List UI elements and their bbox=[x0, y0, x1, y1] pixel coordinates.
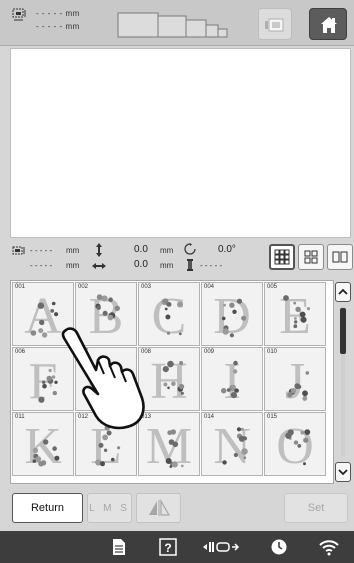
mirror-button[interactable] bbox=[136, 493, 181, 523]
floral-decoration-icon bbox=[283, 295, 311, 329]
frame-move-icon bbox=[265, 18, 284, 32]
rotation-value: 0.0° bbox=[218, 244, 236, 255]
help-icon[interactable]: ? bbox=[159, 538, 177, 556]
floral-decoration-icon bbox=[221, 360, 239, 399]
view-large-grid-button[interactable] bbox=[269, 244, 295, 270]
height-unit: mm bbox=[65, 22, 80, 31]
vertical-move-icon bbox=[96, 243, 102, 257]
pattern-cell[interactable]: 009 I bbox=[201, 347, 263, 411]
chevron-down-icon bbox=[338, 469, 348, 476]
height-value: - - - - - bbox=[36, 22, 63, 31]
floral-decoration-icon bbox=[38, 368, 58, 403]
floral-decoration-icon bbox=[285, 429, 311, 466]
width-readout: - - - - - mm bbox=[36, 9, 80, 18]
frame-move-button[interactable] bbox=[258, 8, 292, 40]
move-y-value: 0.0 bbox=[134, 244, 148, 255]
pattern-cell[interactable]: 013 M bbox=[138, 412, 200, 476]
rotate-icon bbox=[184, 243, 196, 255]
home-icon bbox=[321, 17, 337, 33]
pattern-cell[interactable]: 002 B bbox=[75, 282, 137, 346]
pattern-cell[interactable]: 012 L bbox=[75, 412, 137, 476]
view-medium-grid-button[interactable] bbox=[298, 244, 324, 270]
presser-foot-icon[interactable] bbox=[202, 538, 242, 556]
info-height-unit: mm bbox=[66, 261, 80, 270]
pattern-grid: 001A002B003C004D005E 006F007G008H009I010J… bbox=[10, 280, 334, 484]
frame-sizes-icon bbox=[117, 12, 228, 38]
lms-size-button[interactable]: L M S bbox=[87, 493, 132, 523]
floral-decoration-icon bbox=[165, 429, 184, 468]
move-x-value: 0.0 bbox=[134, 259, 148, 270]
info-width-unit: mm bbox=[66, 246, 80, 255]
grid-9-icon bbox=[274, 249, 290, 265]
scroll-up-button[interactable] bbox=[335, 282, 351, 302]
wifi-icon[interactable] bbox=[318, 538, 340, 556]
floral-decoration-icon bbox=[161, 298, 183, 336]
floral-decoration-icon bbox=[32, 439, 60, 467]
pattern-cell[interactable]: 007 G bbox=[75, 347, 137, 411]
scroll-down-button[interactable] bbox=[335, 462, 351, 482]
document-icon[interactable] bbox=[112, 538, 126, 556]
pattern-cell[interactable]: 004 D bbox=[201, 282, 263, 346]
pattern-cell[interactable]: 003 C bbox=[138, 282, 200, 346]
thread-count-icon bbox=[187, 259, 193, 271]
pattern-cell[interactable]: 001 A bbox=[12, 282, 74, 346]
embroidery-size-icon bbox=[12, 8, 26, 21]
floral-decoration-icon bbox=[222, 427, 248, 465]
pattern-cell[interactable]: 014 N bbox=[201, 412, 263, 476]
color-count-value: - - - - - bbox=[200, 261, 223, 270]
pattern-cell[interactable]: 008 H bbox=[138, 347, 200, 411]
info-width-value: - - - - - bbox=[30, 246, 53, 255]
scroll-thumb[interactable] bbox=[340, 308, 346, 354]
svg-text:?: ? bbox=[164, 541, 171, 555]
floral-decoration-icon bbox=[95, 294, 120, 321]
floral-decoration-icon bbox=[95, 425, 121, 467]
move-x-unit: mm bbox=[160, 261, 174, 270]
return-button[interactable]: Return bbox=[12, 493, 83, 523]
horizontal-move-icon bbox=[92, 263, 106, 269]
floral-decoration-icon bbox=[221, 298, 247, 338]
pattern-size-icon bbox=[12, 246, 25, 255]
pattern-scrollbar[interactable] bbox=[335, 282, 351, 482]
pattern-cell[interactable]: 010 J bbox=[264, 347, 326, 411]
floral-decoration-icon bbox=[30, 301, 59, 338]
view-small-grid-button[interactable] bbox=[327, 244, 353, 270]
pattern-preview-area bbox=[10, 48, 351, 238]
pattern-cell[interactable]: 005 E bbox=[264, 282, 326, 346]
width-value: - - - - - bbox=[36, 9, 63, 18]
floral-decoration-icon bbox=[287, 371, 310, 401]
move-y-unit: mm bbox=[160, 246, 174, 255]
top-bar: - - - - - mm - - - - - mm bbox=[0, 0, 354, 46]
pattern-cell[interactable]: 015 O bbox=[264, 412, 326, 476]
pattern-cell[interactable]: 006F bbox=[12, 347, 74, 411]
chevron-up-icon bbox=[338, 288, 348, 295]
status-bar: ? bbox=[0, 531, 354, 563]
set-button[interactable]: Set bbox=[284, 493, 348, 523]
home-button[interactable] bbox=[309, 8, 347, 40]
info-height-value: - - - - - bbox=[30, 261, 53, 270]
height-readout: - - - - - mm bbox=[36, 22, 80, 31]
mirror-icon bbox=[148, 499, 170, 516]
floral-decoration-icon bbox=[94, 371, 122, 400]
grid-4-icon bbox=[304, 250, 318, 264]
width-unit: mm bbox=[65, 9, 80, 18]
pattern-cell[interactable]: 011 K bbox=[12, 412, 74, 476]
clock-icon[interactable] bbox=[270, 538, 288, 556]
grid-2-icon bbox=[332, 251, 348, 263]
floral-decoration-icon bbox=[162, 360, 185, 395]
